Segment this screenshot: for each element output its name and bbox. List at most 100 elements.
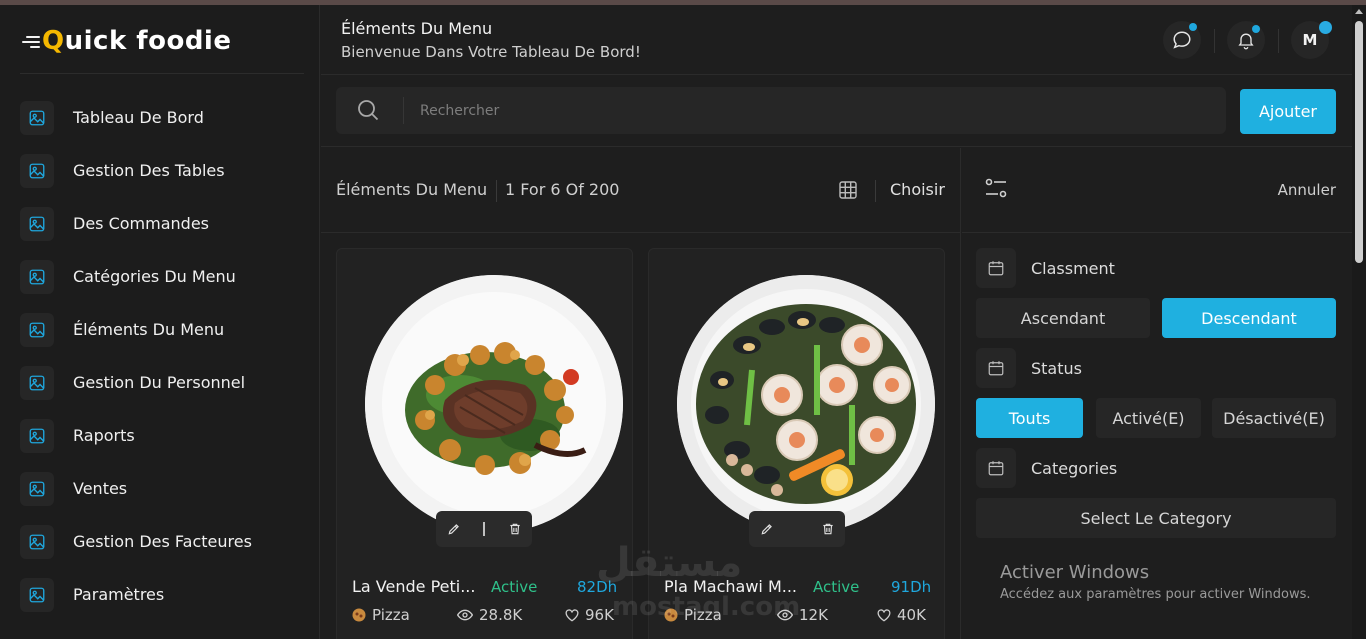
bell-icon bbox=[1238, 33, 1254, 50]
sidebar-item-label: Raports bbox=[73, 426, 135, 445]
item-category: Pizza bbox=[352, 606, 410, 624]
sidebar-item-label: Tableau De Bord bbox=[73, 108, 204, 127]
status-section-label: Status bbox=[976, 348, 1082, 388]
sort-descending-button[interactable]: Descendant bbox=[1162, 298, 1336, 338]
online-dot bbox=[1319, 21, 1332, 34]
image-icon bbox=[20, 524, 54, 559]
divider bbox=[1278, 29, 1279, 53]
pencil-icon bbox=[448, 524, 459, 535]
sidebar-item-menu-categories[interactable]: Catégories Du Menu bbox=[20, 250, 310, 303]
sidebar-item-label: Catégories Du Menu bbox=[73, 267, 236, 286]
edit-button[interactable] bbox=[436, 511, 471, 547]
sort-ascending-button[interactable]: Ascendant bbox=[976, 298, 1150, 338]
divider bbox=[403, 97, 404, 124]
grid-view-icon[interactable] bbox=[839, 181, 857, 203]
search-input[interactable] bbox=[420, 99, 1200, 123]
menu-toggle-icon[interactable] bbox=[20, 33, 40, 49]
sidebar-item-reports[interactable]: Raports bbox=[20, 409, 310, 462]
sidebar-item-label: Ventes bbox=[73, 479, 128, 498]
item-views: 28.8K bbox=[457, 606, 522, 624]
search-icon[interactable] bbox=[356, 98, 380, 126]
filter-panel: Annuler Classment Ascendant Descendant S… bbox=[962, 148, 1352, 639]
sort-section-label: Classment bbox=[976, 248, 1115, 288]
content-toolbar: Éléments Du Menu 1 For 6 Of 200 Choisir bbox=[321, 148, 961, 233]
divider bbox=[496, 180, 497, 202]
status-all-button[interactable]: Touts bbox=[976, 398, 1083, 438]
sidebar: Quick foodie Tableau De Bord Gestion Des … bbox=[0, 5, 320, 639]
sidebar-item-label: Paramètres bbox=[73, 585, 165, 604]
windows-activation-subtitle: Accédez aux paramètres pour activer Wind… bbox=[1000, 587, 1311, 602]
status-badge: Active bbox=[813, 578, 860, 596]
image-icon bbox=[20, 259, 54, 294]
image-icon bbox=[20, 206, 54, 241]
card-actions bbox=[436, 511, 532, 547]
notification-dot bbox=[1252, 25, 1260, 33]
trash-icon bbox=[509, 523, 520, 535]
search-box[interactable] bbox=[336, 87, 1226, 134]
sidebar-item-tables[interactable]: Gestion Des Tables bbox=[20, 144, 310, 197]
sidebar-item-dashboard[interactable]: Tableau De Bord bbox=[20, 91, 310, 144]
sidebar-item-orders[interactable]: Des Commandes bbox=[20, 197, 310, 250]
delete-button[interactable] bbox=[810, 511, 845, 547]
avatar-initial: M bbox=[1302, 31, 1318, 49]
watermark-arabic: مستقل bbox=[596, 540, 743, 586]
add-button[interactable]: Ajouter bbox=[1240, 89, 1336, 134]
cancel-button[interactable]: Annuler bbox=[1278, 181, 1336, 199]
category-select[interactable]: Select Le Category bbox=[976, 498, 1336, 538]
sidebar-item-label: Gestion Des Facteures bbox=[73, 532, 252, 551]
page-scrollbar[interactable] bbox=[1352, 5, 1366, 639]
windows-activation-title: Activer Windows bbox=[1000, 562, 1150, 583]
divider bbox=[483, 522, 485, 536]
sidebar-item-staff[interactable]: Gestion Du Personnel bbox=[20, 356, 310, 409]
image-icon bbox=[20, 100, 54, 135]
search-row: Ajouter bbox=[321, 76, 1352, 147]
chat-bubble-icon bbox=[1173, 31, 1191, 49]
app-logo[interactable]: Quick foodie bbox=[20, 19, 231, 63]
menu-item-card[interactable]: La Vende Peti... Active 82Dh Pizza 28.8K… bbox=[336, 248, 633, 639]
notification-dot bbox=[1189, 23, 1197, 31]
status-inactive-button[interactable]: Désactivé(E) bbox=[1212, 398, 1336, 438]
heart-icon bbox=[877, 608, 891, 622]
divider bbox=[1214, 29, 1215, 53]
image-icon bbox=[20, 153, 54, 188]
list-title: Éléments Du Menu bbox=[336, 180, 488, 199]
pencil-icon bbox=[761, 524, 772, 535]
status-badge: Active bbox=[491, 578, 538, 596]
status-active-button[interactable]: Activé(E) bbox=[1096, 398, 1201, 438]
trash-icon bbox=[822, 523, 833, 535]
sidebar-item-label: Gestion Du Personnel bbox=[73, 373, 246, 392]
scroll-thumb[interactable] bbox=[1355, 21, 1363, 263]
item-price: 91Dh bbox=[891, 578, 932, 596]
sidebar-item-label: Éléments Du Menu bbox=[73, 320, 225, 339]
dish-image bbox=[365, 275, 623, 533]
sidebar-item-settings[interactable]: Paramètres bbox=[20, 568, 310, 621]
pagination-count: 1 For 6 Of 200 bbox=[505, 180, 620, 199]
item-likes: 40K bbox=[877, 606, 926, 624]
logo-text: Quick foodie bbox=[42, 26, 232, 56]
page-title: Éléments Du Menu bbox=[341, 19, 493, 38]
notifications-button[interactable] bbox=[1227, 21, 1265, 59]
item-name: La Vende Peti... bbox=[352, 577, 476, 596]
image-icon bbox=[20, 418, 54, 453]
sidebar-item-menu-items[interactable]: Éléments Du Menu bbox=[20, 303, 310, 356]
edit-button[interactable] bbox=[749, 511, 784, 547]
choose-button[interactable]: Choisir bbox=[890, 180, 945, 199]
filter-settings-icon[interactable] bbox=[984, 176, 1008, 204]
watermark-latin: mostaql.com bbox=[612, 592, 801, 622]
image-icon bbox=[20, 471, 54, 506]
messages-button[interactable] bbox=[1163, 21, 1201, 59]
avatar[interactable]: M bbox=[1291, 21, 1332, 59]
sidebar-item-label: Des Commandes bbox=[73, 214, 209, 233]
scroll-up-icon[interactable] bbox=[1355, 9, 1363, 14]
filter-header: Annuler bbox=[962, 148, 1352, 233]
sidebar-item-invoices[interactable]: Gestion Des Facteures bbox=[20, 515, 310, 568]
divider bbox=[875, 180, 876, 202]
delete-button[interactable] bbox=[497, 511, 532, 547]
sidebar-item-sales[interactable]: Ventes bbox=[20, 462, 310, 515]
category-thumb-icon bbox=[352, 608, 366, 622]
image-icon bbox=[20, 365, 54, 400]
card-actions bbox=[749, 511, 845, 547]
categories-section-label: Categories bbox=[976, 448, 1117, 488]
dish-image bbox=[677, 275, 935, 533]
page-subtitle: Bienvenue Dans Votre Tableau De Bord! bbox=[341, 43, 641, 61]
